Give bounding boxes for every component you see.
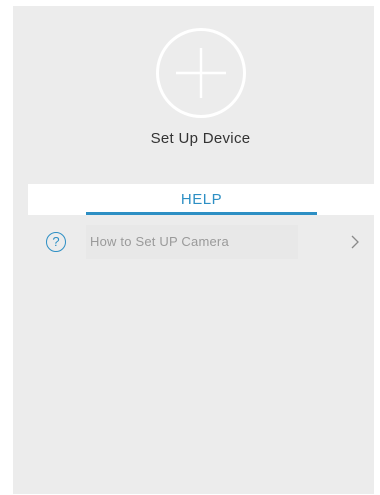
help-item-label: How to Set UP Camera — [90, 234, 229, 249]
app-screen: Set Up Device HELP ? How to Set UP Camer… — [13, 6, 375, 494]
add-device-button[interactable] — [156, 28, 246, 118]
chevron-right-icon — [351, 235, 359, 249]
add-device-section: Set Up Device — [13, 6, 374, 166]
tab-help-indicator — [86, 212, 317, 215]
tab-bar: HELP — [28, 184, 375, 215]
help-item-setup-camera[interactable]: ? How to Set UP Camera — [28, 225, 375, 259]
tab-help[interactable]: HELP — [86, 184, 317, 215]
question-circle-icon: ? — [46, 232, 66, 252]
plus-icon — [176, 48, 226, 98]
setup-device-label[interactable]: Set Up Device — [13, 130, 380, 147]
